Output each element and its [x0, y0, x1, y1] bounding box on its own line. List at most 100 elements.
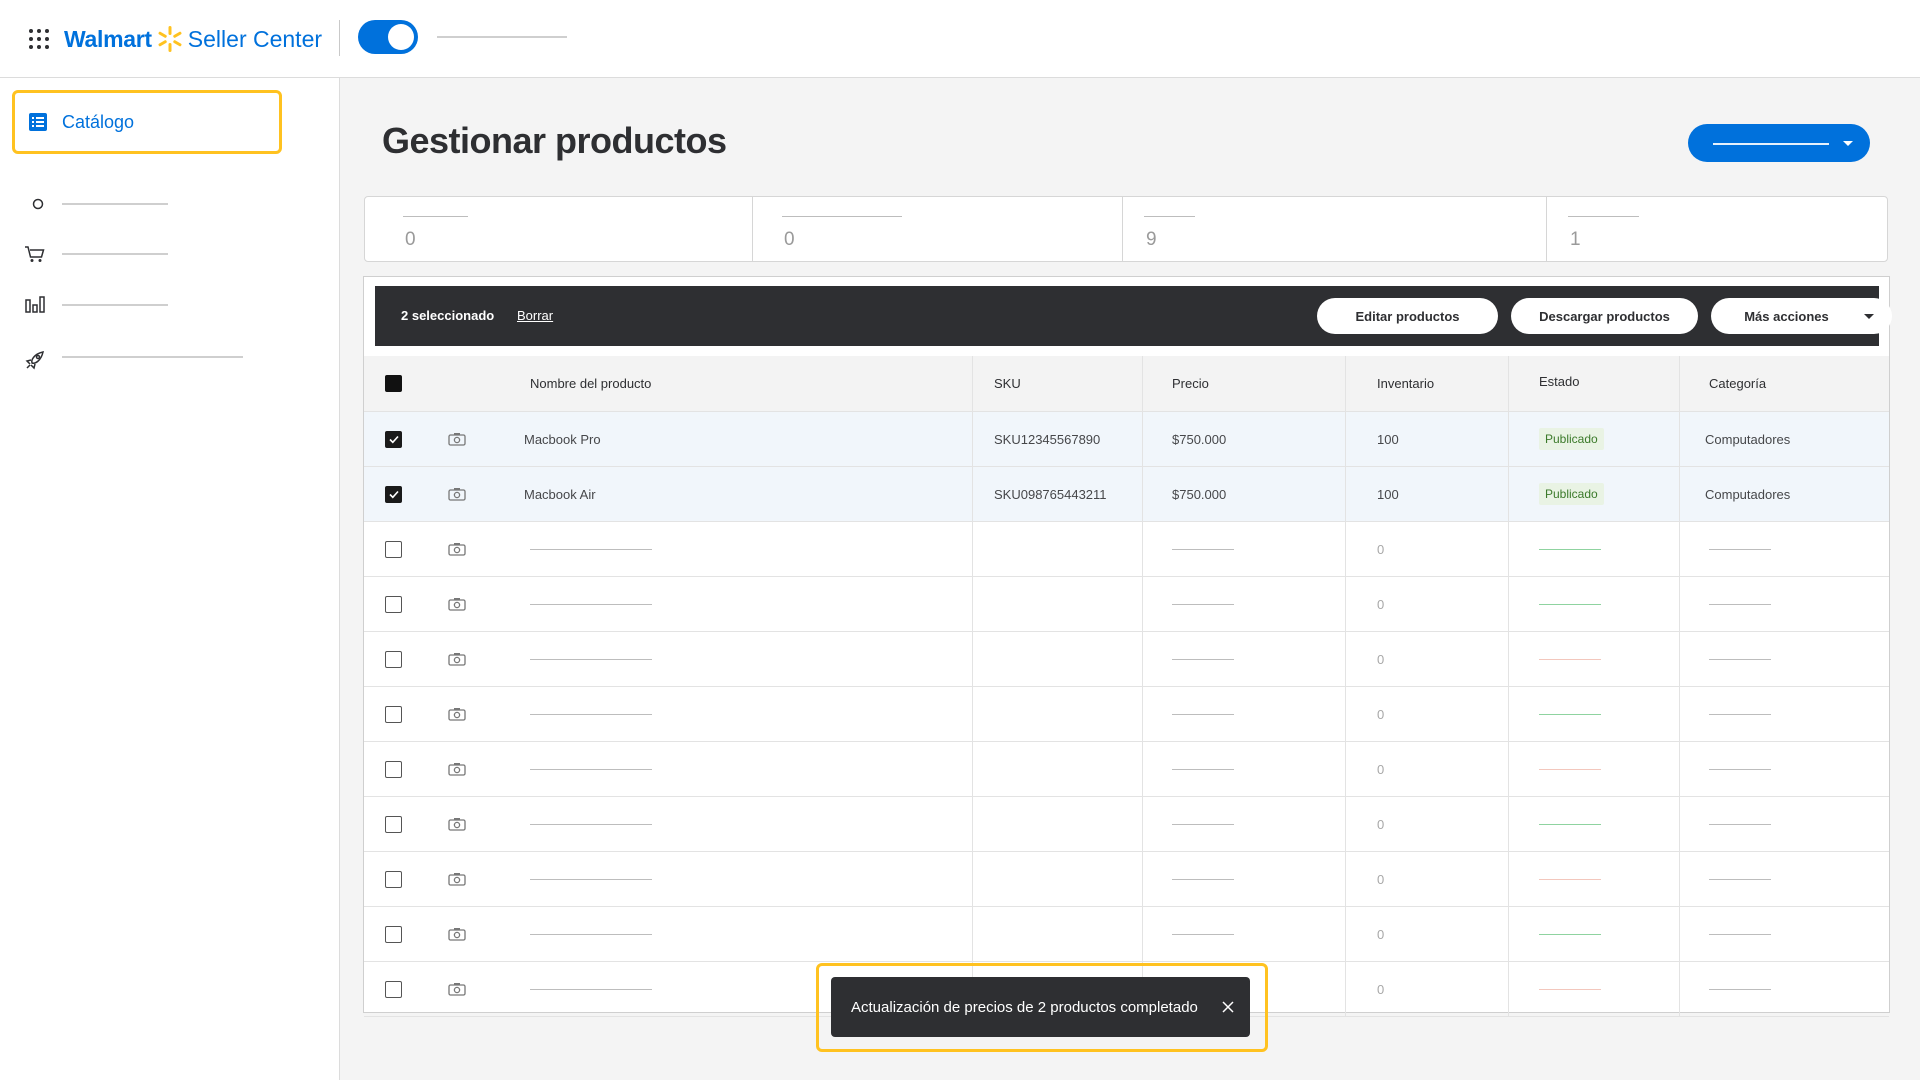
product-inventory: 0 [1377, 596, 1385, 612]
status-placeholder [1539, 522, 1601, 576]
row-checkbox[interactable] [385, 650, 402, 668]
product-name[interactable]: Macbook Air [524, 467, 596, 521]
column-header-inventory[interactable]: Inventario [1377, 356, 1434, 411]
table-header-row: Nombre del producto SKU Precio Inventari… [364, 356, 1889, 412]
product-inventory: 0 [1377, 706, 1385, 722]
table-row[interactable]: 0 [364, 742, 1889, 797]
table-row[interactable]: 0 [364, 687, 1889, 742]
download-products-button[interactable]: Descargar productos [1511, 298, 1698, 334]
row-select-cell [385, 852, 402, 906]
status-placeholder-line [1539, 878, 1601, 880]
sidebar-item-catalogo[interactable]: Catálogo [12, 90, 282, 154]
row-checkbox[interactable] [385, 705, 402, 723]
product-image-icon [448, 632, 466, 686]
row-checkbox[interactable] [385, 925, 402, 943]
walmart-seller-center-logo[interactable]: Walmart Seller Center [64, 22, 322, 56]
more-actions-label: Más acciones [1744, 308, 1829, 324]
product-image-icon [448, 412, 466, 466]
product-name: Seller Center [187, 25, 323, 52]
product-inventory: 0 [1377, 926, 1385, 942]
sidebar-item-5[interactable] [12, 328, 282, 392]
row-select-cell [385, 412, 402, 466]
product-image-icon [448, 467, 466, 521]
close-icon[interactable] [1221, 1000, 1235, 1014]
category-placeholder [1709, 797, 1771, 851]
category-placeholder [1709, 632, 1771, 686]
product-name[interactable]: Macbook Pro [524, 412, 601, 466]
status-placeholder-line [1539, 658, 1601, 660]
table-row[interactable]: 0 [364, 852, 1889, 907]
category-placeholder [1709, 962, 1771, 1016]
column-header-sku[interactable]: SKU [994, 356, 1021, 411]
table-row[interactable]: Macbook Air SKU098765443211 $750.000 100 Pub… [364, 467, 1889, 522]
table-row[interactable]: 0 [364, 632, 1889, 687]
status-placeholder [1539, 577, 1601, 631]
row-checkbox[interactable] [385, 595, 402, 613]
row-checkbox[interactable] [385, 980, 402, 998]
spark-icon [158, 26, 182, 52]
table-row[interactable]: 0 [364, 907, 1889, 962]
column-header-category[interactable]: Categoría [1709, 356, 1766, 411]
status-placeholder [1539, 907, 1601, 961]
product-inventory: 0 [1377, 871, 1385, 887]
selected-count: 2 seleccionado [401, 308, 495, 323]
status-placeholder [1539, 852, 1601, 906]
price-placeholder [1172, 632, 1234, 686]
status-cell: Publicado [1539, 412, 1604, 466]
status-placeholder-line [1539, 603, 1601, 605]
stat-value: 0 [784, 229, 795, 250]
product-image-icon [448, 797, 466, 851]
brand-name: Walmart [64, 25, 152, 52]
clear-selection-link[interactable]: Borrar [517, 308, 553, 323]
product-image-icon [448, 962, 466, 1016]
category-placeholder [1709, 577, 1771, 631]
row-checkbox[interactable] [385, 760, 402, 778]
price-placeholder [1172, 797, 1234, 851]
product-image-icon [448, 742, 466, 796]
product-sku: SKU098765443211 [994, 486, 1107, 502]
name-placeholder [530, 852, 652, 906]
primary-dropdown-button[interactable] [1688, 124, 1870, 162]
header-divider [339, 20, 340, 56]
more-actions-dropdown[interactable]: Más acciones [1711, 298, 1892, 334]
price-placeholder [1172, 577, 1234, 631]
header-toggle[interactable] [358, 20, 418, 54]
table-row[interactable]: 0 [364, 577, 1889, 632]
name-placeholder [530, 687, 652, 741]
row-checkbox[interactable] [385, 870, 402, 888]
status-placeholder-line [1539, 988, 1601, 990]
select-all-checkbox[interactable] [385, 375, 402, 392]
apps-grid-icon[interactable] [29, 29, 49, 49]
row-checkbox[interactable] [385, 485, 402, 503]
product-category: Computadores [1705, 486, 1791, 502]
column-header-price[interactable]: Precio [1172, 356, 1209, 411]
stat-card: 0 [753, 197, 1123, 261]
rocket-icon [24, 349, 46, 371]
category-placeholder [1709, 522, 1771, 576]
stat-value: 0 [405, 229, 416, 250]
sidebar-item-placeholder [62, 203, 168, 205]
row-select-cell [385, 687, 402, 741]
edit-products-button[interactable]: Editar productos [1317, 298, 1498, 334]
name-placeholder [530, 742, 652, 796]
row-checkbox[interactable] [385, 540, 402, 558]
product-category: Computadores [1705, 431, 1791, 447]
column-header-status[interactable]: Estado [1539, 354, 1579, 409]
row-checkbox[interactable] [385, 430, 402, 448]
table-row[interactable]: Macbook Pro SKU12345567890 $750.000 100 Publ… [364, 412, 1889, 467]
products-grid: Nombre del producto SKU Precio Inventari… [364, 356, 1889, 1017]
bar-chart-icon [24, 294, 46, 316]
row-select-cell [385, 907, 402, 961]
table-row[interactable]: 0 [364, 797, 1889, 852]
status-placeholder [1539, 632, 1601, 686]
product-price: $750.000 [1172, 486, 1227, 502]
product-inventory: 0 [1377, 761, 1385, 777]
table-row[interactable]: 0 [364, 522, 1889, 577]
header-placeholder [437, 36, 567, 38]
name-placeholder [530, 797, 652, 851]
row-checkbox[interactable] [385, 815, 402, 833]
row-select-cell [385, 577, 402, 631]
status-placeholder-line [1539, 823, 1601, 825]
column-header-name[interactable]: Nombre del producto [530, 356, 651, 411]
row-select-cell [385, 962, 402, 1016]
